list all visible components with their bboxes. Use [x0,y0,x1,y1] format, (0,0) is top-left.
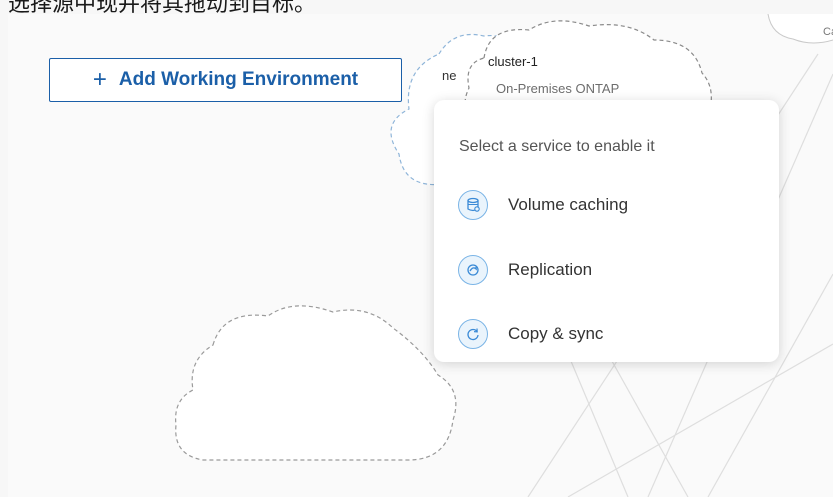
plus-icon: + [92,66,107,93]
service-menu: Select a service to enable it Volume cac… [434,100,779,362]
replication-icon [458,255,488,285]
add-working-environment-button[interactable]: + Add Working Environment [49,58,402,102]
canvas[interactable]: Capa ne cluster-1 On-Premises ONTAP + Ad… [8,14,833,497]
cloud-capacity-label: Capa [823,26,833,38]
cluster-type: On-Premises ONTAP [496,81,620,96]
cluster-name: cluster-1 [488,54,538,69]
service-label: Copy & sync [508,324,604,343]
service-label: Replication [508,260,593,279]
add-working-environment-label: Add Working Environment [118,69,359,90]
service-replication[interactable]: Replication [458,255,592,285]
cloud-empty-target[interactable] [168,300,468,470]
service-volume-caching[interactable]: Volume caching [458,190,628,220]
volume-caching-icon [458,190,488,220]
service-menu-title: Select a service to enable it [459,138,655,155]
copy-sync-icon [458,319,488,349]
service-label: Volume caching [508,195,629,214]
service-copy-sync[interactable]: Copy & sync [458,319,603,349]
cloud-top-right[interactable] [758,14,833,54]
